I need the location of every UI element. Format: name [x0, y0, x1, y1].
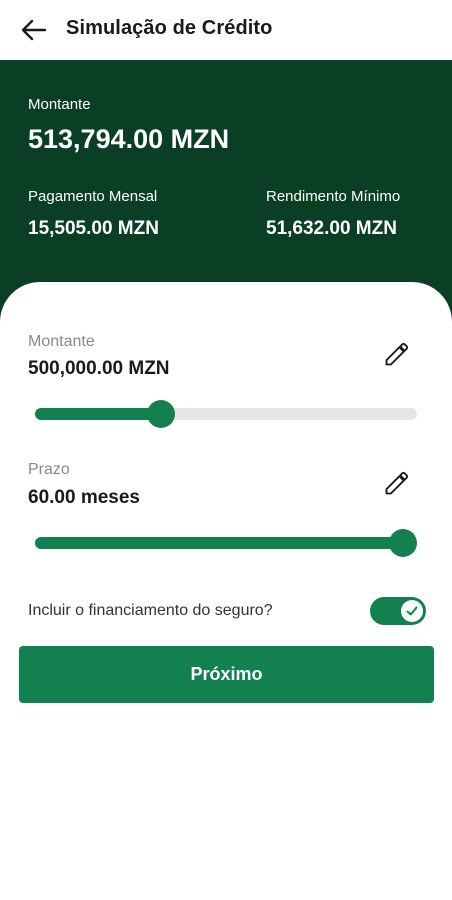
term-field-label: Prazo: [28, 461, 70, 478]
min-income-value: 51,632.00 MZN: [266, 218, 397, 239]
amount-field-value: 500,000.00 MZN: [28, 358, 170, 379]
min-income-label: Rendimento Mínimo: [266, 188, 401, 205]
term-slider-fill: [35, 537, 403, 549]
check-icon: [406, 606, 418, 616]
arrow-left-icon: [21, 19, 47, 41]
edit-term-button[interactable]: [380, 466, 414, 500]
next-button[interactable]: Próximo: [19, 646, 434, 703]
app-bar: Simulação de Crédito: [0, 0, 452, 60]
amount-slider-thumb[interactable]: [147, 400, 176, 428]
summary-amount-value: 513,794.00 MZN: [28, 124, 230, 154]
amount-slider[interactable]: [35, 400, 417, 428]
insurance-toggle[interactable]: [370, 597, 426, 625]
term-slider[interactable]: [35, 529, 417, 557]
amount-field-label: Montante: [28, 333, 95, 350]
edit-amount-button[interactable]: [380, 337, 414, 371]
amount-slider-fill: [35, 408, 162, 420]
page-title: Simulação de Crédito: [66, 17, 273, 39]
insurance-toggle-label: Incluir o financiamento do seguro?: [28, 602, 273, 619]
pencil-icon: [385, 342, 409, 366]
back-button[interactable]: [18, 14, 50, 46]
monthly-payment-value: 15,505.00 MZN: [28, 218, 159, 239]
pencil-icon: [385, 471, 409, 495]
toggle-knob: [401, 600, 423, 622]
monthly-payment-label: Pagamento Mensal: [28, 188, 158, 205]
term-slider-thumb[interactable]: [389, 529, 417, 557]
summary-amount-label: Montante: [28, 96, 91, 113]
term-field-value: 60.00 meses: [28, 487, 140, 508]
